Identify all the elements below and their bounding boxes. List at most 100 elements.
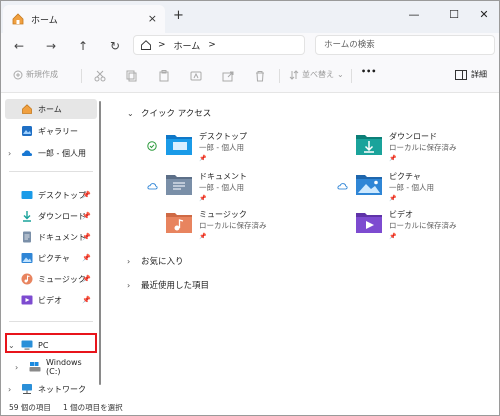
- sidebar-item-videos[interactable]: ビデオ 📌: [5, 290, 97, 310]
- maximize-button[interactable]: ☐: [439, 5, 469, 25]
- rename-icon[interactable]: [189, 69, 203, 83]
- address-segment-home[interactable]: ホーム: [174, 39, 201, 52]
- sort-icon: [289, 69, 299, 80]
- folder-location: ローカルに保存済み: [389, 221, 457, 230]
- navigation-bar: ← → ↑ ↻ > ホーム > ホームの検索: [1, 33, 499, 59]
- title-bar: ホーム × + — ☐ ✕: [1, 1, 499, 33]
- up-button[interactable]: ↑: [73, 37, 93, 55]
- divider: [81, 69, 82, 83]
- pin-icon: 📌: [389, 155, 397, 162]
- home-icon: [12, 13, 24, 25]
- divider: [279, 69, 280, 83]
- forward-button[interactable]: →: [41, 37, 61, 55]
- sort-button[interactable]: 並べ替え ⌄: [289, 69, 344, 80]
- copy-icon[interactable]: [125, 69, 139, 83]
- close-button[interactable]: ✕: [469, 5, 499, 25]
- sidebar-item-gallery[interactable]: ギャラリー: [5, 121, 97, 141]
- network-icon: [22, 384, 32, 394]
- pin-icon: 📌: [199, 155, 207, 162]
- chevron-right-icon[interactable]: ›: [15, 363, 18, 372]
- quick-access-item-documents[interactable]: ドキュメント 一郎 - 個人用 📌: [165, 171, 247, 204]
- sidebar-item-label: ドキュメント: [38, 232, 86, 242]
- music-folder-icon: [166, 213, 192, 233]
- document-icon: [23, 231, 31, 243]
- command-bar: 新規作成 並べ替え ⌄ ••• 詳細: [1, 59, 499, 93]
- sidebar-item-network[interactable]: › ネットワーク: [5, 379, 97, 399]
- folder-location: 一郎 - 個人用: [389, 183, 434, 192]
- sidebar-item-label: ネットワーク: [38, 384, 86, 394]
- chevron-right-icon[interactable]: ›: [8, 385, 11, 394]
- quick-access-item-music[interactable]: ミュージック ローカルに保存済み 📌: [165, 209, 267, 242]
- share-icon[interactable]: [221, 69, 235, 83]
- status-bar: 59 個の項目 1 個の項目を選択: [1, 399, 499, 415]
- tab-close-icon[interactable]: ×: [148, 12, 157, 25]
- picture-folder-icon: [356, 175, 382, 195]
- cloud-status-icon: [147, 181, 158, 191]
- pin-icon: 📌: [82, 191, 91, 199]
- sidebar-item-label: ダウンロード: [38, 211, 86, 221]
- folder-name: ビデオ: [389, 210, 413, 219]
- quick-access-item-desktop[interactable]: デスクトップ 一郎 - 個人用 📌: [165, 131, 247, 164]
- sidebar-item-documents[interactable]: ドキュメント 📌: [5, 227, 97, 247]
- cut-icon[interactable]: [93, 69, 107, 83]
- folder-name: ピクチャ: [389, 172, 421, 181]
- sidebar-item-home[interactable]: ホーム: [5, 99, 97, 119]
- sidebar-item-pictures[interactable]: ピクチャ 📌: [5, 248, 97, 268]
- new-label: 新規作成: [26, 70, 58, 79]
- document-folder-icon: [166, 175, 192, 195]
- navigation-pane: ホーム ギャラリー › 一郎 - 個人用 デスクトップ 📌 ダウンロード 📌 ド…: [1, 93, 101, 399]
- sort-label: 並べ替え: [302, 70, 334, 79]
- sidebar-scrollbar[interactable]: [99, 101, 101, 385]
- refresh-button[interactable]: ↻: [105, 37, 125, 55]
- folder-location: ローカルに保存済み: [199, 221, 267, 230]
- chevron-right-icon: ›: [127, 280, 131, 290]
- details-button[interactable]: 詳細: [455, 69, 487, 80]
- video-folder-icon: [356, 213, 382, 233]
- pin-icon: 📌: [82, 233, 91, 241]
- sidebar-item-label: 一郎 - 個人用: [38, 148, 86, 158]
- tab-home[interactable]: ホーム ×: [3, 5, 165, 33]
- sidebar-item-music[interactable]: ミュージック 📌: [5, 269, 97, 289]
- sidebar-item-desktop[interactable]: デスクトップ 📌: [5, 185, 97, 205]
- section-title: クイック アクセス: [141, 109, 212, 119]
- new-tab-button[interactable]: +: [173, 8, 184, 23]
- pin-icon: 📌: [389, 233, 397, 240]
- item-count: 59 個の項目: [9, 403, 51, 412]
- more-options-button[interactable]: •••: [361, 67, 376, 76]
- sidebar-item-windows-c[interactable]: › Windows (C:): [5, 357, 97, 377]
- drive-icon: [29, 362, 41, 372]
- cloud-icon: [21, 150, 33, 156]
- chevron-right-icon[interactable]: ›: [8, 149, 11, 158]
- new-button[interactable]: 新規作成: [13, 69, 58, 80]
- gallery-icon: [22, 126, 32, 136]
- quick-access-item-downloads[interactable]: ダウンロード ローカルに保存済み 📌: [355, 131, 457, 164]
- quick-access-item-videos[interactable]: ビデオ ローカルに保存済み 📌: [355, 209, 457, 242]
- home-icon: [22, 104, 32, 114]
- section-title: お気に入り: [141, 257, 184, 267]
- pin-icon: 📌: [82, 212, 91, 220]
- quick-access-item-pictures[interactable]: ピクチャ 一郎 - 個人用 📌: [355, 171, 434, 204]
- folder-location: 一郎 - 個人用: [199, 143, 244, 152]
- details-label: 詳細: [471, 70, 487, 79]
- address-chevron[interactable]: >: [208, 40, 216, 50]
- sidebar-item-onedrive[interactable]: › 一郎 - 個人用: [5, 143, 97, 163]
- details-pane-icon: [455, 69, 467, 80]
- download-folder-icon: [356, 135, 382, 155]
- recent-header[interactable]: › 最近使用した項目: [127, 279, 209, 292]
- address-bar[interactable]: > ホーム >: [133, 35, 305, 55]
- address-separator: >: [158, 40, 166, 50]
- folder-location: ローカルに保存済み: [389, 143, 457, 152]
- sidebar-item-downloads[interactable]: ダウンロード 📌: [5, 206, 97, 226]
- folder-name: デスクトップ: [199, 132, 247, 141]
- folder-name: ドキュメント: [199, 172, 247, 181]
- favorites-header[interactable]: › お気に入り: [127, 255, 184, 268]
- quick-access-header[interactable]: ⌄ クイック アクセス: [127, 107, 212, 120]
- divider: [9, 171, 93, 172]
- delete-icon[interactable]: [253, 69, 267, 83]
- paste-icon[interactable]: [157, 69, 171, 83]
- sidebar-item-label: ホーム: [38, 104, 62, 114]
- search-input[interactable]: ホームの検索: [315, 35, 495, 55]
- minimize-button[interactable]: —: [399, 5, 429, 25]
- download-icon: [23, 211, 31, 222]
- back-button[interactable]: ←: [9, 37, 29, 55]
